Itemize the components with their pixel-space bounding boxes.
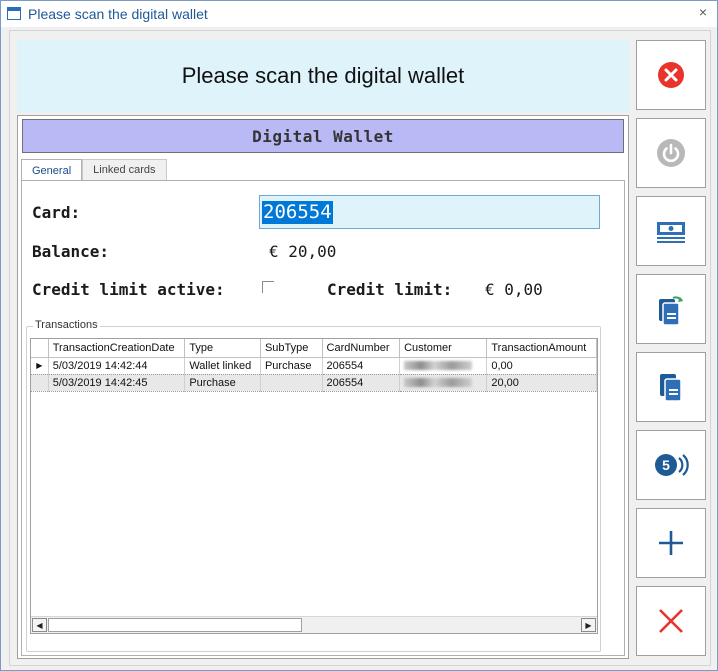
contactless-coin-icon: 5 [655, 454, 689, 476]
window-title: Please scan the digital wallet [28, 6, 208, 22]
redacted-customer [404, 378, 473, 388]
general-tab-body: Card: 206554 Balance: € 20,00 Credit lim… [21, 180, 625, 656]
card-label: Card: [32, 203, 81, 222]
current-row-arrow-icon: ▶ [31, 357, 49, 375]
credit-limit-active-label: Credit limit active: [32, 280, 225, 299]
tab-linked-cards[interactable]: Linked cards [82, 159, 167, 180]
instruction-banner: Please scan the digital wallet [17, 40, 629, 112]
close-x-icon [659, 609, 683, 633]
column-header-subtype[interactable]: SubType [260, 339, 323, 358]
tab-strip: General Linked cards [21, 159, 167, 181]
banner-text: Please scan the digital wallet [181, 63, 465, 88]
transfer-cards-icon [659, 296, 683, 326]
cell-amount: 0,00 [486, 357, 597, 375]
transactions-title: Transactions [33, 319, 100, 331]
power-icon [657, 139, 685, 167]
add-button[interactable] [636, 508, 706, 578]
wallet-header-text: Digital Wallet [252, 126, 394, 146]
transfer-button[interactable] [636, 274, 706, 344]
contactless-button[interactable]: 5 [636, 430, 706, 500]
cell-type: Wallet linked [184, 357, 261, 375]
cell-cardnumber: 206554 [322, 374, 401, 392]
close-button[interactable] [636, 586, 706, 656]
cell-type: Purchase [184, 374, 261, 392]
wallet-header: Digital Wallet [22, 119, 624, 153]
copy-button[interactable] [636, 352, 706, 422]
table-row[interactable]: 5/03/2019 14:42:45 Purchase 206554 20,00 [31, 374, 597, 392]
row-header [31, 374, 49, 392]
transactions-grid[interactable]: TransactionCreationDate Type SubType Car… [30, 338, 598, 634]
column-header-cardnumber[interactable]: CardNumber [322, 339, 401, 358]
cancel-circle-icon [658, 62, 684, 88]
table-header-row: TransactionCreationDate Type SubType Car… [31, 339, 597, 358]
column-header-amount[interactable]: TransactionAmount [486, 339, 597, 358]
plus-icon [659, 531, 683, 555]
dialog-window: Please scan the digital wallet × Please … [0, 0, 718, 671]
scroll-thumb[interactable] [48, 618, 302, 632]
title-bar: Please scan the digital wallet × [1, 1, 717, 27]
redacted-customer [404, 361, 473, 371]
column-header-type[interactable]: Type [184, 339, 261, 358]
column-header-customer[interactable]: Customer [399, 339, 488, 358]
title-close-icon[interactable]: × [699, 4, 707, 20]
wallet-panel: Digital Wallet General Linked cards Card… [17, 115, 629, 659]
cancel-button[interactable] [636, 40, 706, 110]
cell-subtype [260, 374, 323, 392]
column-header-date[interactable]: TransactionCreationDate [48, 339, 186, 358]
table-row[interactable]: ▶ 5/03/2019 14:42:44 Wallet linked Purch… [31, 357, 597, 375]
credit-limit-value: € 0,00 [485, 280, 543, 299]
balance-value: € 20,00 [269, 242, 337, 261]
cell-date: 5/03/2019 14:42:44 [48, 357, 186, 375]
card-input-value: 206554 [262, 201, 333, 224]
tab-general[interactable]: General [21, 159, 83, 181]
dialog-content: Please scan the digital wallet Digital W… [9, 30, 711, 666]
copy-cards-icon [660, 374, 682, 402]
cash-icon [657, 222, 685, 243]
power-button[interactable] [636, 118, 706, 188]
row-header-corner [31, 339, 49, 358]
card-input[interactable]: 206554 [259, 195, 600, 229]
svg-text:5: 5 [662, 457, 670, 473]
cell-customer [399, 357, 488, 375]
window-icon [7, 7, 21, 20]
scroll-right-icon[interactable]: ▶ [581, 618, 596, 632]
horizontal-scrollbar[interactable]: ◀ ▶ [31, 616, 597, 633]
cell-customer [399, 374, 488, 392]
cell-cardnumber: 206554 [322, 357, 401, 375]
cell-amount: 20,00 [486, 374, 597, 392]
transactions-table: TransactionCreationDate Type SubType Car… [31, 339, 597, 392]
cell-date: 5/03/2019 14:42:45 [48, 374, 186, 392]
credit-limit-active-checkbox[interactable] [262, 281, 274, 293]
transactions-group: Transactions TransactionCreationDate Typ… [26, 319, 601, 652]
balance-label: Balance: [32, 242, 110, 261]
credit-limit-label: Credit limit: [327, 280, 453, 299]
cell-subtype: Purchase [260, 357, 323, 375]
cash-button[interactable] [636, 196, 706, 266]
scroll-left-icon[interactable]: ◀ [32, 618, 47, 632]
